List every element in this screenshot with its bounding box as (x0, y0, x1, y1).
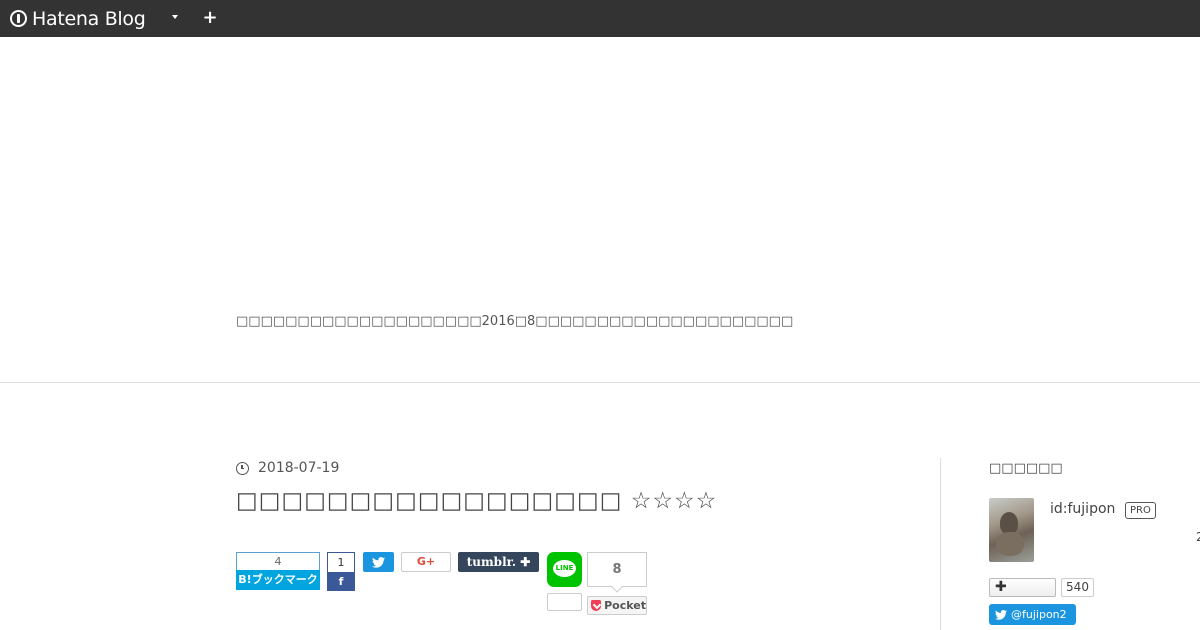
pocket-label: Pocket (604, 599, 646, 612)
brand-name: Hatena Blog (32, 7, 146, 30)
header-divider (0, 382, 1200, 383)
hatena-logo-icon (10, 10, 27, 27)
entry-title[interactable]: □□□□□□□□□□□□□□□□□ ☆☆☆☆ (236, 488, 717, 514)
plus-icon: + (202, 7, 218, 28)
facebook-share-button[interactable]: 1 f (327, 552, 355, 591)
twitter-icon (372, 555, 385, 569)
chevron-down-icon (172, 15, 178, 19)
twitter-share-button[interactable] (363, 552, 394, 572)
facebook-icon: f (327, 572, 355, 591)
pocket-count: 8 (587, 552, 647, 587)
sidebar-divider (940, 458, 941, 630)
global-header: Hatena Blog + (0, 0, 1200, 37)
truncated-text: 2 (1196, 530, 1200, 544)
tumblr-icon: tumblr. ✚ (466, 555, 531, 569)
subscriber-count: 540 (1061, 578, 1094, 597)
plus-icon: ✚ (995, 579, 1007, 595)
googleplus-share-button[interactable]: G+ (401, 552, 451, 572)
hatena-bookmark-count[interactable]: 4 (236, 552, 320, 570)
twitter-icon (995, 604, 1007, 625)
line-share-button[interactable]: LINE (547, 552, 582, 587)
new-entry-button[interactable]: + (200, 6, 220, 30)
hatena-bookmark-button[interactable]: 4 B!ブックマーク (236, 552, 320, 590)
hatena-bookmark-label: B!ブックマーク (236, 570, 320, 590)
pocket-button[interactable]: Pocket (587, 596, 647, 615)
hatena-blog-logo[interactable]: Hatena Blog (10, 0, 146, 37)
pro-badge: PRO (1125, 502, 1156, 519)
facebook-share-count: 1 (327, 552, 355, 572)
twitter-follow-button[interactable]: @fujipon2 (989, 604, 1076, 625)
subscribe-button[interactable]: ✚ (989, 578, 1056, 597)
profile-id-link[interactable]: id:fujipon (1050, 501, 1115, 517)
avatar[interactable] (989, 498, 1034, 562)
blog-description: □□□□□□□□□□□□□□□□□□□□2016□8□□□□□□□□□□□□□□… (236, 314, 794, 329)
clock-icon (236, 461, 249, 475)
entry-date[interactable]: 2018-07-19 (236, 460, 339, 476)
tumblr-share-button[interactable]: tumblr. ✚ (458, 552, 539, 572)
line-share-count (547, 593, 582, 611)
twitter-handle: @fujipon2 (1011, 608, 1067, 621)
menu-dropdown-button[interactable] (164, 6, 188, 30)
pocket-icon (591, 600, 602, 611)
entry-date-text: 2018-07-19 (258, 460, 340, 476)
line-label: LINE (555, 564, 574, 572)
googleplus-icon: G+ (416, 555, 436, 568)
sidebar-profile-title: □□□□□□ (989, 461, 1063, 476)
